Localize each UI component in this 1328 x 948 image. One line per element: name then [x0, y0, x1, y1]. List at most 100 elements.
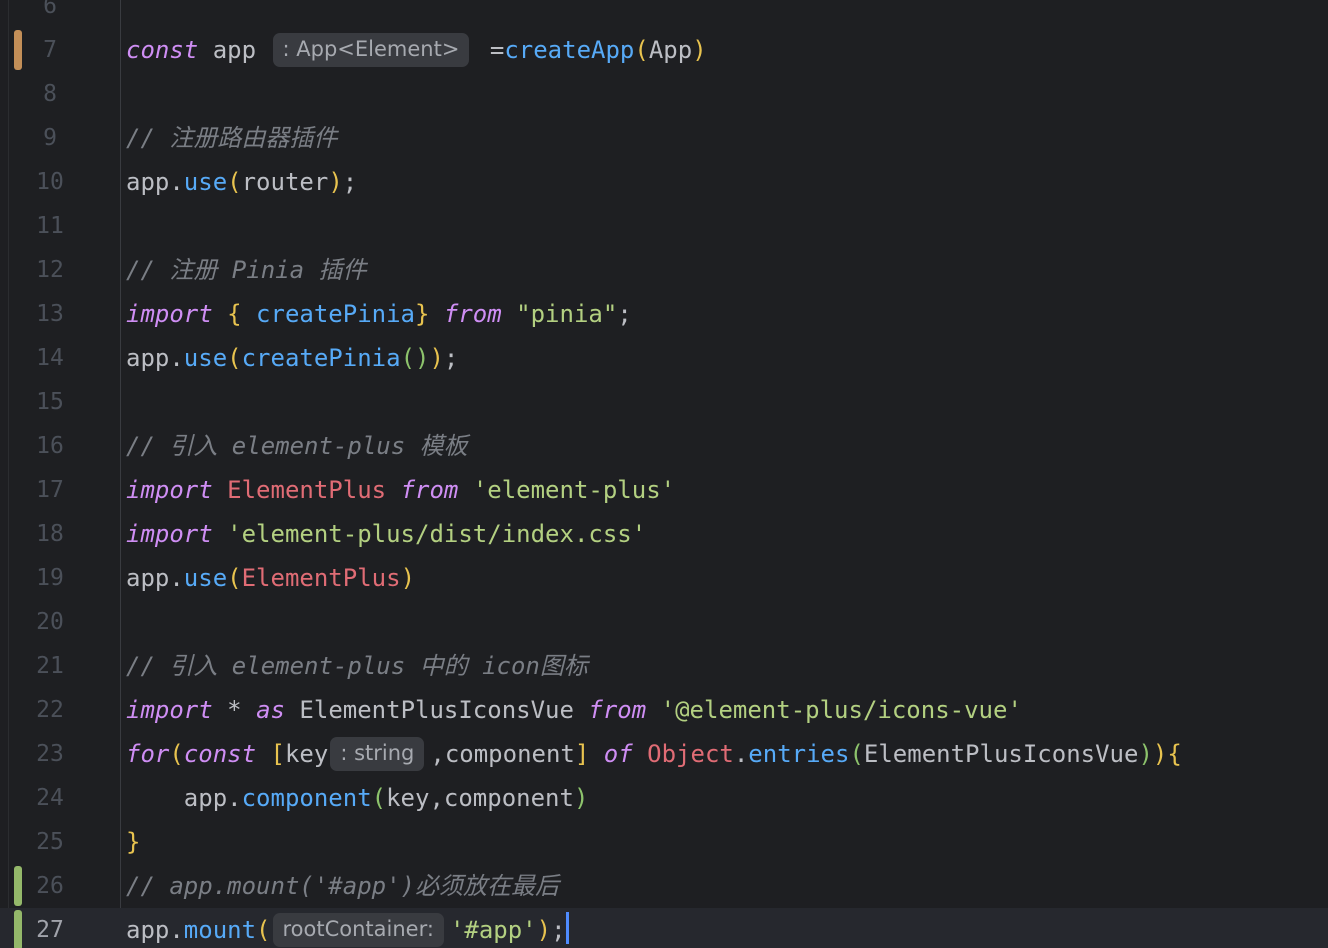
code-line[interactable]: 8 — [0, 72, 1328, 116]
code-token: { — [1167, 740, 1182, 768]
code-line[interactable]: 14 app.use(createPinia()); — [0, 336, 1328, 380]
code-token: app. — [126, 344, 184, 372]
code-token: ; — [443, 344, 459, 372]
code-token: '#app' — [449, 916, 537, 944]
code-token: key,component — [386, 784, 574, 812]
code-line[interactable]: 15 — [0, 380, 1328, 424]
code-token: router — [241, 168, 329, 196]
code-token: ; — [551, 916, 566, 944]
line-code[interactable]: app.mount(rootContainer: '#app'); — [126, 908, 569, 948]
line-number: 10 — [36, 169, 64, 195]
code-line[interactable]: 21 // 引入 element-plus 中的 icon图标 — [0, 644, 1328, 688]
code-line[interactable]: 25} — [0, 820, 1328, 864]
code-token: // 注册路由器插件 — [126, 124, 338, 152]
line-code[interactable]: // app.mount('#app')必须放在最后 — [126, 864, 559, 908]
code-line[interactable]: 17 import ElementPlus from 'element-plus' — [0, 468, 1328, 512]
line-code[interactable]: // 引入 element-plus 模板 — [126, 424, 468, 468]
line-number: 17 — [36, 477, 64, 503]
line-number: 11 — [36, 213, 64, 239]
line-code[interactable]: app.use(router); — [126, 160, 357, 204]
code-token: key — [284, 740, 329, 768]
code-line[interactable]: 22 import * as ElementPlusIconsVue from '… — [0, 688, 1328, 732]
code-token: use — [183, 564, 228, 592]
line-number: 6 — [43, 0, 57, 19]
code-line[interactable]: 20 — [0, 600, 1328, 644]
line-code[interactable]: import * as ElementPlusIconsVue from '@e… — [126, 688, 1022, 732]
line-number: 19 — [36, 565, 64, 591]
code-token: ) — [692, 36, 707, 64]
code-line[interactable]: 16 // 引入 element-plus 模板 — [0, 424, 1328, 468]
code-token: // 注册 Pinia 插件 — [126, 256, 367, 284]
line-code[interactable]: for(const [key: string ,component] of Obj… — [126, 732, 1182, 776]
code-token: "pinia" — [516, 300, 618, 328]
line-number: 13 — [36, 301, 64, 327]
code-token: ( — [371, 784, 387, 812]
vcs-added-marker[interactable] — [14, 910, 22, 948]
code-line[interactable]: 13 import { createPinia} from "pinia"; — [0, 292, 1328, 336]
code-token: import — [126, 696, 213, 724]
code-line[interactable]: 19 app.use(ElementPlus) — [0, 556, 1328, 600]
line-code[interactable]: // 注册路由器插件 — [126, 116, 337, 160]
line-code[interactable]: // 引入 element-plus 中的 icon图标 — [126, 644, 588, 688]
inlay-hint: : string — [330, 737, 425, 771]
code-token: mount — [183, 916, 257, 944]
line-number: 15 — [36, 389, 64, 415]
code-token: // app.mount('#app')必须放在最后 — [126, 872, 559, 900]
line-number: 20 — [36, 609, 64, 635]
code-token: from — [400, 476, 459, 504]
code-token: import — [126, 300, 213, 328]
code-token: ( — [849, 740, 864, 768]
line-code[interactable]: const app : App<Element> =createApp(App) — [126, 28, 707, 72]
code-line[interactable]: 18 import 'element-plus/dist/index.css' — [0, 512, 1328, 556]
code-token: ; — [617, 300, 632, 328]
code-line[interactable]: 9 // 注册路由器插件 — [0, 116, 1328, 160]
line-code[interactable]: import 'element-plus/dist/index.css' — [126, 512, 646, 556]
code-token: ; — [342, 168, 358, 196]
code-line[interactable]: 11 — [0, 204, 1328, 248]
line-code[interactable]: import ElementPlus from 'element-plus' — [126, 468, 675, 512]
code-token: ) — [1138, 740, 1153, 768]
code-token: app — [198, 36, 271, 64]
code-line[interactable]: 26 // app.mount('#app')必须放在最后 — [0, 864, 1328, 908]
line-number: 21 — [36, 653, 64, 679]
code-token: from — [443, 300, 502, 328]
vcs-modified-marker[interactable] — [14, 30, 22, 70]
code-editor[interactable]: 6 7 const app : App<Element> =createApp(Ap… — [0, 0, 1328, 948]
code-token: '@element-plus/icons-vue' — [660, 696, 1022, 724]
code-token: } — [126, 828, 141, 856]
code-token: createPinia — [241, 300, 415, 328]
code-token: 'element-plus/dist/index.css' — [227, 520, 647, 548]
line-number: 16 — [36, 433, 64, 459]
line-code[interactable]: } — [126, 820, 140, 864]
code-line[interactable]: 7 const app : App<Element> =createApp(App… — [0, 28, 1328, 72]
code-token: from — [588, 696, 647, 724]
code-line[interactable]: 23 for(const [key: string ,component] of O… — [0, 732, 1328, 776]
text-caret — [565, 912, 569, 944]
code-token: ( — [256, 916, 271, 944]
line-code[interactable]: app.use(ElementPlus) — [126, 556, 415, 600]
code-token: Object — [647, 740, 734, 768]
code-line[interactable]: 27 app.mount(rootContainer: '#app'); — [0, 908, 1328, 948]
code-line[interactable]: 24 app.component(key,component) — [0, 776, 1328, 820]
code-line[interactable]: 6 — [0, 0, 1328, 28]
code-token: const — [126, 36, 199, 64]
line-code[interactable]: import { createPinia} from "pinia"; — [126, 292, 632, 336]
code-line[interactable]: 12 // 注册 Pinia 插件 — [0, 248, 1328, 292]
line-code[interactable]: app.use(createPinia()); — [126, 336, 458, 380]
code-token: // 引入 element-plus 模板 — [126, 432, 468, 460]
line-code[interactable]: app.component(key,component) — [126, 776, 589, 820]
code-token: import — [126, 520, 213, 548]
code-token: ) — [328, 168, 343, 196]
vcs-added-marker[interactable] — [14, 866, 22, 906]
line-number: 23 — [36, 741, 64, 767]
code-token: component — [241, 784, 372, 812]
code-token: import — [126, 476, 213, 504]
code-token: () — [400, 344, 430, 372]
code-token: ) — [1152, 740, 1168, 768]
line-code[interactable]: // 注册 Pinia 插件 — [126, 248, 367, 292]
code-line[interactable]: 10 app.use(router); — [0, 160, 1328, 204]
code-token: ,component — [430, 740, 575, 768]
